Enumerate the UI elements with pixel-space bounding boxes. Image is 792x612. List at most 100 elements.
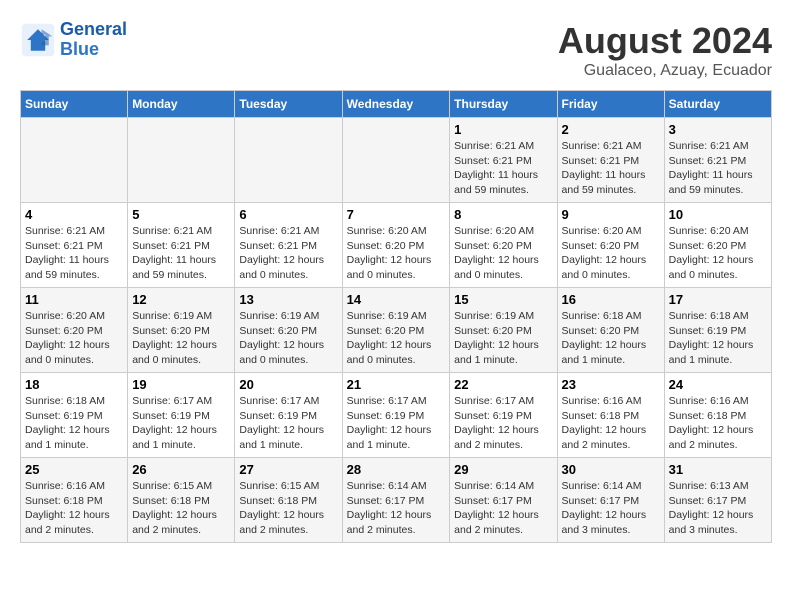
day-info: Sunrise: 6:21 AM Sunset: 6:21 PM Dayligh…: [454, 139, 552, 198]
calendar-cell: 18 Sunrise: 6:18 AM Sunset: 6:19 PM Dayl…: [21, 373, 128, 458]
sunrise-text: Sunrise: 6:18 AM: [562, 310, 642, 322]
sunrise-text: Sunrise: 6:19 AM: [132, 310, 212, 322]
day-info: Sunrise: 6:15 AM Sunset: 6:18 PM Dayligh…: [132, 479, 230, 538]
sunset-text: Sunset: 6:20 PM: [239, 325, 317, 337]
calendar-cell: 31 Sunrise: 6:13 AM Sunset: 6:17 PM Dayl…: [664, 458, 771, 543]
logo-icon: [20, 22, 56, 58]
daylight-text: Daylight: 12 hours and 1 minute.: [347, 424, 432, 451]
sunrise-text: Sunrise: 6:21 AM: [562, 140, 642, 152]
day-number: 6: [239, 207, 337, 222]
day-number: 15: [454, 292, 552, 307]
daylight-text: Daylight: 12 hours and 1 minute.: [562, 339, 647, 366]
sunset-text: Sunset: 6:21 PM: [25, 240, 103, 252]
day-number: 30: [562, 462, 660, 477]
sunrise-text: Sunrise: 6:20 AM: [25, 310, 105, 322]
sunrise-text: Sunrise: 6:21 AM: [132, 225, 212, 237]
calendar-cell: 25 Sunrise: 6:16 AM Sunset: 6:18 PM Dayl…: [21, 458, 128, 543]
sunrise-text: Sunrise: 6:17 AM: [454, 395, 534, 407]
day-number: 31: [669, 462, 767, 477]
daylight-text: Daylight: 12 hours and 0 minutes.: [239, 339, 324, 366]
day-info: Sunrise: 6:16 AM Sunset: 6:18 PM Dayligh…: [669, 394, 767, 453]
calendar-cell: [235, 118, 342, 203]
day-number: 14: [347, 292, 446, 307]
day-number: 26: [132, 462, 230, 477]
sunset-text: Sunset: 6:18 PM: [132, 495, 210, 507]
day-info: Sunrise: 6:17 AM Sunset: 6:19 PM Dayligh…: [347, 394, 446, 453]
sunrise-text: Sunrise: 6:14 AM: [562, 480, 642, 492]
day-info: Sunrise: 6:20 AM Sunset: 6:20 PM Dayligh…: [562, 224, 660, 283]
day-info: Sunrise: 6:20 AM Sunset: 6:20 PM Dayligh…: [347, 224, 446, 283]
sunrise-text: Sunrise: 6:21 AM: [669, 140, 749, 152]
sunset-text: Sunset: 6:19 PM: [669, 325, 747, 337]
daylight-text: Daylight: 11 hours and 59 minutes.: [25, 254, 109, 281]
sunset-text: Sunset: 6:17 PM: [669, 495, 747, 507]
sunset-text: Sunset: 6:18 PM: [25, 495, 103, 507]
sunset-text: Sunset: 6:19 PM: [132, 410, 210, 422]
sunrise-text: Sunrise: 6:17 AM: [347, 395, 427, 407]
daylight-text: Daylight: 12 hours and 2 minutes.: [454, 509, 539, 536]
daylight-text: Daylight: 11 hours and 59 minutes.: [562, 169, 646, 196]
sunset-text: Sunset: 6:17 PM: [347, 495, 425, 507]
daylight-text: Daylight: 11 hours and 59 minutes.: [669, 169, 753, 196]
daylight-text: Daylight: 12 hours and 1 minute.: [669, 339, 754, 366]
day-number: 4: [25, 207, 123, 222]
day-info: Sunrise: 6:21 AM Sunset: 6:21 PM Dayligh…: [239, 224, 337, 283]
calendar-cell: 5 Sunrise: 6:21 AM Sunset: 6:21 PM Dayli…: [128, 203, 235, 288]
daylight-text: Daylight: 11 hours and 59 minutes.: [454, 169, 538, 196]
sunset-text: Sunset: 6:21 PM: [454, 155, 532, 167]
sunrise-text: Sunrise: 6:18 AM: [669, 310, 749, 322]
sunrise-text: Sunrise: 6:17 AM: [239, 395, 319, 407]
sunrise-text: Sunrise: 6:13 AM: [669, 480, 749, 492]
day-number: 19: [132, 377, 230, 392]
calendar-table: SundayMondayTuesdayWednesdayThursdayFrid…: [20, 90, 772, 543]
calendar-cell: 4 Sunrise: 6:21 AM Sunset: 6:21 PM Dayli…: [21, 203, 128, 288]
day-number: 29: [454, 462, 552, 477]
day-number: 3: [669, 122, 767, 137]
sunset-text: Sunset: 6:19 PM: [454, 410, 532, 422]
daylight-text: Daylight: 12 hours and 3 minutes.: [562, 509, 647, 536]
daylight-text: Daylight: 12 hours and 2 minutes.: [239, 509, 324, 536]
calendar-cell: 7 Sunrise: 6:20 AM Sunset: 6:20 PM Dayli…: [342, 203, 450, 288]
sunset-text: Sunset: 6:17 PM: [562, 495, 640, 507]
sunset-text: Sunset: 6:21 PM: [562, 155, 640, 167]
calendar-cell: 27 Sunrise: 6:15 AM Sunset: 6:18 PM Dayl…: [235, 458, 342, 543]
day-info: Sunrise: 6:18 AM Sunset: 6:19 PM Dayligh…: [25, 394, 123, 453]
calendar-cell: 20 Sunrise: 6:17 AM Sunset: 6:19 PM Dayl…: [235, 373, 342, 458]
sunset-text: Sunset: 6:18 PM: [669, 410, 747, 422]
calendar-week-row: 25 Sunrise: 6:16 AM Sunset: 6:18 PM Dayl…: [21, 458, 772, 543]
day-info: Sunrise: 6:18 AM Sunset: 6:20 PM Dayligh…: [562, 309, 660, 368]
sunset-text: Sunset: 6:21 PM: [239, 240, 317, 252]
day-number: 20: [239, 377, 337, 392]
calendar-cell: [21, 118, 128, 203]
sunrise-text: Sunrise: 6:21 AM: [239, 225, 319, 237]
day-number: 2: [562, 122, 660, 137]
sunset-text: Sunset: 6:21 PM: [669, 155, 747, 167]
sunrise-text: Sunrise: 6:21 AM: [25, 225, 105, 237]
calendar-cell: 29 Sunrise: 6:14 AM Sunset: 6:17 PM Dayl…: [450, 458, 557, 543]
calendar-cell: 24 Sunrise: 6:16 AM Sunset: 6:18 PM Dayl…: [664, 373, 771, 458]
calendar-cell: 3 Sunrise: 6:21 AM Sunset: 6:21 PM Dayli…: [664, 118, 771, 203]
daylight-text: Daylight: 12 hours and 2 minutes.: [454, 424, 539, 451]
day-info: Sunrise: 6:19 AM Sunset: 6:20 PM Dayligh…: [239, 309, 337, 368]
weekday-header-sunday: Sunday: [21, 91, 128, 118]
calendar-cell: 6 Sunrise: 6:21 AM Sunset: 6:21 PM Dayli…: [235, 203, 342, 288]
sunrise-text: Sunrise: 6:16 AM: [25, 480, 105, 492]
daylight-text: Daylight: 12 hours and 2 minutes.: [25, 509, 110, 536]
logo-line2: Blue: [60, 39, 99, 59]
sunrise-text: Sunrise: 6:20 AM: [669, 225, 749, 237]
calendar-week-row: 18 Sunrise: 6:18 AM Sunset: 6:19 PM Dayl…: [21, 373, 772, 458]
day-info: Sunrise: 6:18 AM Sunset: 6:19 PM Dayligh…: [669, 309, 767, 368]
daylight-text: Daylight: 12 hours and 1 minute.: [239, 424, 324, 451]
calendar-week-row: 11 Sunrise: 6:20 AM Sunset: 6:20 PM Dayl…: [21, 288, 772, 373]
day-info: Sunrise: 6:14 AM Sunset: 6:17 PM Dayligh…: [562, 479, 660, 538]
daylight-text: Daylight: 12 hours and 0 minutes.: [669, 254, 754, 281]
daylight-text: Daylight: 11 hours and 59 minutes.: [132, 254, 216, 281]
sunrise-text: Sunrise: 6:19 AM: [454, 310, 534, 322]
sunset-text: Sunset: 6:20 PM: [562, 325, 640, 337]
sunset-text: Sunset: 6:19 PM: [239, 410, 317, 422]
daylight-text: Daylight: 12 hours and 3 minutes.: [669, 509, 754, 536]
calendar-cell: 21 Sunrise: 6:17 AM Sunset: 6:19 PM Dayl…: [342, 373, 450, 458]
calendar-cell: 9 Sunrise: 6:20 AM Sunset: 6:20 PM Dayli…: [557, 203, 664, 288]
calendar-cell: [342, 118, 450, 203]
day-number: 27: [239, 462, 337, 477]
